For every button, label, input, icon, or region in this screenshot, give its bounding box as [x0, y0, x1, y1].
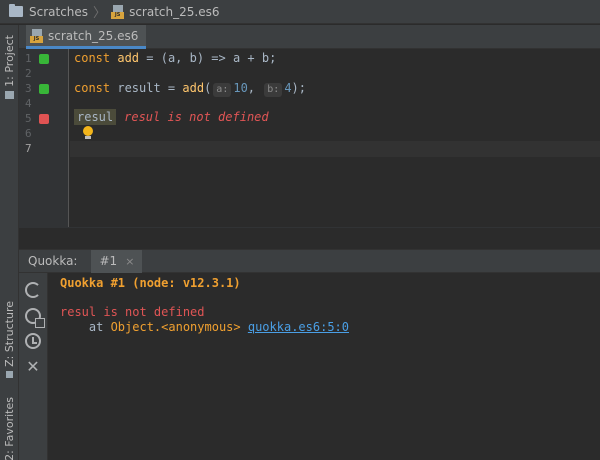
breadcrumb-file[interactable]: scratch_25.es6 — [129, 5, 219, 19]
left-tool-strip: 1: Project Z: Structure 2: Favorites — [0, 25, 19, 460]
breadcrumb: Scratches 〉 JS scratch_25.es6 — [0, 0, 600, 24]
editor-tab-label[interactable]: scratch_25.es6 — [48, 29, 138, 43]
code-line-5: resul resul is not defined — [74, 109, 269, 125]
line-number: 3 — [25, 82, 32, 95]
quokka-error-message: resul is not defined — [60, 305, 205, 319]
favorites-tool-tab[interactable]: 2: Favorites — [0, 397, 19, 460]
line-number-current: 7 — [25, 142, 32, 155]
structure-tab-label[interactable]: Z: Structure — [3, 301, 16, 367]
close-icon[interactable]: ✕ — [25, 359, 41, 375]
project-tab-label[interactable]: 1: Project — [3, 35, 16, 87]
line-number: 6 — [25, 127, 32, 140]
structure-icon — [6, 370, 13, 378]
sync-icon[interactable] — [25, 308, 45, 328]
parameter-hint: b: — [264, 83, 283, 97]
favorites-tab-label[interactable]: 2: Favorites — [3, 397, 16, 460]
coverage-marker-success[interactable] — [39, 54, 49, 64]
quokka-panel-title: Quokka: — [28, 254, 78, 268]
folder-icon — [9, 4, 23, 17]
breadcrumb-root[interactable]: Scratches — [29, 5, 88, 19]
editor-gutter: 1 2 3 4 5 6 7 — [19, 49, 69, 227]
editor-tab-scratch[interactable]: JS scratch_25.es6 — [26, 25, 147, 49]
close-tab-icon[interactable]: × — [125, 255, 134, 268]
line-number: 1 — [25, 52, 32, 65]
js-file-icon: JS — [30, 28, 44, 43]
clock-icon[interactable] — [25, 333, 41, 349]
editor-tab-bar: JS scratch_25.es6 — [19, 25, 600, 49]
line-number: 5 — [25, 112, 32, 125]
parameter-hint: a: — [213, 83, 232, 97]
quokka-panel-header: Quokka: #1 × — [19, 249, 600, 273]
inline-error-message: resul is not defined — [124, 110, 269, 124]
editor-empty-area — [19, 227, 600, 249]
project-folder-icon — [5, 90, 14, 99]
js-file-icon: JS — [111, 4, 125, 19]
code-line-1: const add = (a, b) => a + b; — [74, 51, 277, 65]
coverage-marker-error[interactable] — [39, 114, 49, 124]
stack-trace-link[interactable]: quokka.es6:5:0 — [248, 320, 349, 334]
quokka-session-tab[interactable]: #1 × — [91, 249, 143, 273]
refresh-icon[interactable] — [25, 282, 41, 298]
quokka-stack-trace: at Object.<anonymous> quokka.es6:5:0 — [60, 320, 350, 334]
quokka-header-line: Quokka #1 (node: v12.3.1) — [60, 276, 241, 290]
coverage-marker-success[interactable] — [39, 84, 49, 94]
code-editor[interactable]: const add = (a, b) => a + b; const resul… — [70, 49, 600, 227]
quokka-session-label[interactable]: #1 — [99, 254, 117, 268]
current-line-highlight — [70, 141, 600, 157]
project-tool-tab[interactable]: 1: Project — [0, 35, 19, 99]
structure-tool-tab[interactable]: Z: Structure — [0, 301, 19, 378]
breadcrumb-separator: 〉 — [93, 6, 107, 21]
code-line-3: const result = add(a: 10, b: 4); — [74, 81, 306, 97]
lightbulb-icon[interactable] — [82, 126, 94, 140]
quokka-output: Quokka #1 (node: v12.3.1) resul is not d… — [48, 273, 600, 460]
error-token[interactable]: resul — [74, 109, 117, 125]
line-number: 4 — [25, 97, 32, 110]
quokka-toolbar: ✕ — [19, 273, 48, 460]
line-number: 2 — [25, 67, 32, 80]
